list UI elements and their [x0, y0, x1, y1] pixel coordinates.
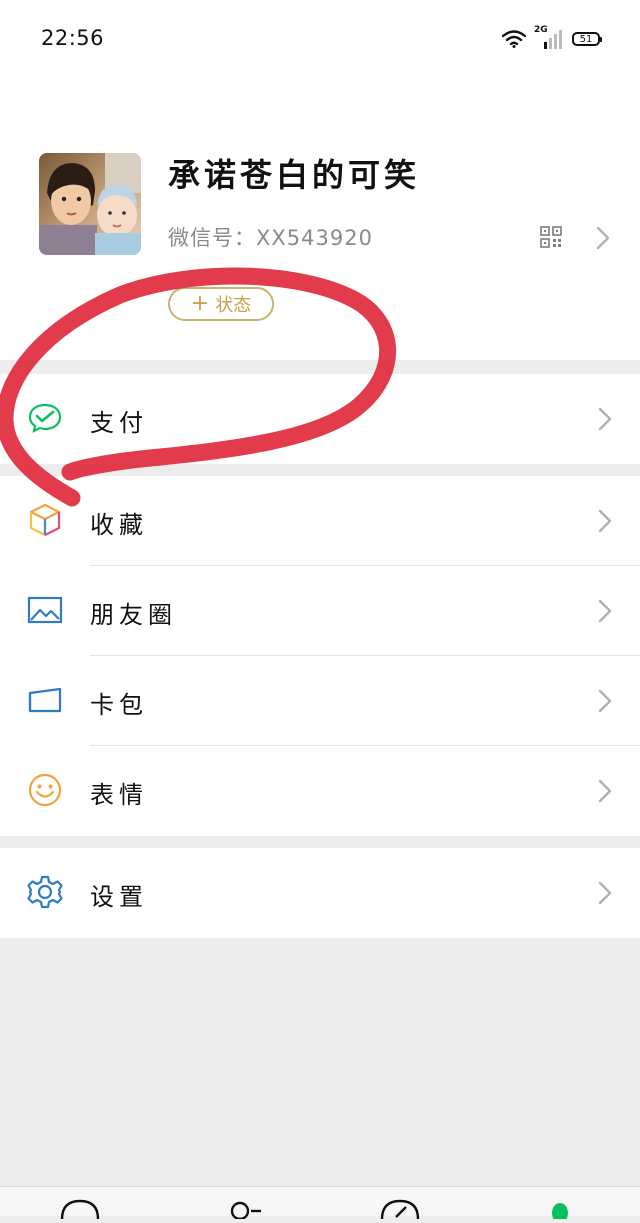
status-button-label: 状态 [215, 295, 252, 316]
tab-bar [0, 1186, 640, 1223]
menu-item-moments-label: 朋友圈 [90, 601, 177, 629]
add-status-button[interactable]: + 状态 [168, 287, 274, 321]
picture-icon [26, 591, 64, 629]
wechat-id: 微信号：XX543920 [168, 226, 373, 250]
menu-item-favorites[interactable]: 收藏 [0, 476, 640, 566]
wallet-icon [26, 681, 64, 719]
menu-item-stickers[interactable]: 表情 [0, 746, 640, 836]
qr-code-icon[interactable] [540, 226, 562, 248]
smile-icon [26, 771, 64, 809]
chevron-right-icon [598, 407, 612, 431]
cube-icon [26, 501, 64, 539]
profile-name: 承诺苍白的可笑 [168, 156, 421, 194]
status-bar: 22:56 2G 51 [0, 0, 640, 80]
chevron-right-icon [598, 599, 612, 623]
menu-item-settings[interactable]: 设置 [0, 848, 640, 938]
contacts-icon[interactable] [224, 1199, 264, 1221]
chevron-right-icon [598, 509, 612, 533]
status-icons: 2G 51 [502, 25, 602, 50]
menu-item-cards-label: 卡包 [90, 691, 148, 719]
chat-icon[interactable] [60, 1199, 100, 1220]
signal-icon: 2G [534, 25, 564, 50]
menu-item-favorites-label: 收藏 [90, 511, 148, 539]
plus-icon: + [190, 291, 210, 316]
status-time: 22:56 [41, 26, 105, 50]
avatar[interactable] [39, 153, 141, 255]
chevron-right-icon[interactable] [596, 226, 610, 250]
profile-section: 22:56 2G 51 承诺苍白的可笑 微信号：XX543920 + 状态 [0, 0, 640, 360]
menu-group-main: 收藏 朋友圈 卡包 表情 [0, 476, 640, 836]
menu-item-cards[interactable]: 卡包 [0, 656, 640, 746]
me-icon[interactable] [540, 1199, 580, 1223]
wifi-icon [502, 30, 526, 48]
menu-item-pay-label: 支付 [90, 409, 148, 437]
chevron-right-icon [598, 689, 612, 713]
gear-icon [26, 873, 64, 911]
battery-icon: 51 [572, 32, 602, 46]
menu-item-pay[interactable]: 支付 [0, 374, 640, 464]
chevron-right-icon [598, 881, 612, 905]
chevron-right-icon [598, 779, 612, 803]
menu-group-settings: 设置 [0, 848, 640, 938]
menu-item-stickers-label: 表情 [90, 781, 148, 809]
menu-item-settings-label: 设置 [90, 883, 148, 911]
wechat-pay-icon [26, 399, 64, 437]
menu-group-pay: 支付 [0, 374, 640, 464]
discover-icon[interactable] [380, 1199, 420, 1220]
menu-item-moments[interactable]: 朋友圈 [0, 566, 640, 656]
